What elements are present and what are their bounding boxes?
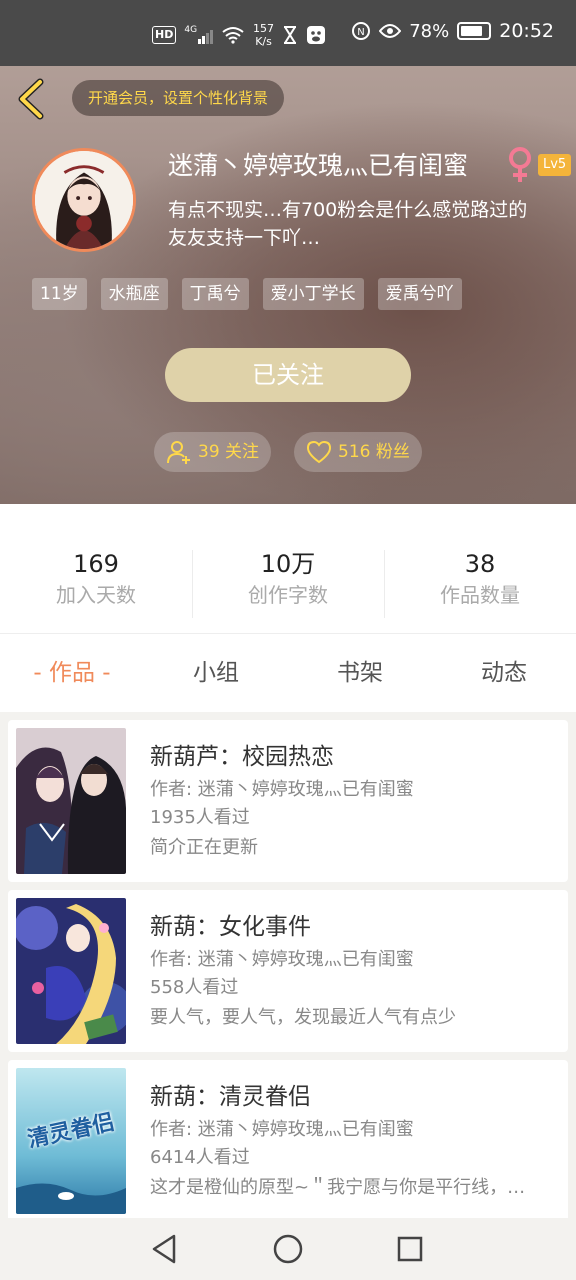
fans-button[interactable]: 516 粉丝: [294, 432, 422, 472]
tag-interest: 爱禹兮吖: [377, 278, 462, 310]
battery-icon: [457, 22, 492, 40]
work-cover: 清灵眷侣: [16, 1068, 126, 1214]
work-views: 558人看过: [150, 977, 239, 998]
work-title: 新葫：女化事件: [150, 914, 311, 940]
tag-interest: 爱小丁学长: [262, 278, 364, 310]
hourglass-icon: [284, 26, 297, 44]
work-card[interactable]: 新葫芦：校园热恋 作者: 迷蒲丶婷婷玫瑰灬已有闺蜜 1935人看过 简介正在更新: [8, 720, 568, 882]
work-cover: [16, 728, 126, 874]
work-card[interactable]: 清灵眷侣 新葫：清灵眷侣 作者: 迷蒲丶婷婷玫瑰灬已有闺蜜 6414人看过 这才…: [8, 1060, 568, 1218]
works-list: 新葫芦：校园热恋 作者: 迷蒲丶婷婷玫瑰灬已有闺蜜 1935人看过 简介正在更新…: [0, 712, 576, 1218]
signal-icon: 4G: [184, 26, 214, 44]
work-card[interactable]: 新葫：女化事件 作者: 迷蒲丶婷婷玫瑰灬已有闺蜜 558人看过 要人气，要人气，…: [8, 890, 568, 1052]
clock: 20:52: [499, 20, 554, 42]
bio: 有点不现实…有700粉会是什么感觉路过的友友支持一下吖…: [168, 199, 528, 249]
tab-activity[interactable]: 动态: [432, 634, 576, 712]
fans-count: 516 粉丝: [338, 442, 410, 462]
tab-bar: - 作品 - 小组 书架 动态: [0, 634, 576, 712]
work-title: 新葫芦：校园热恋: [150, 744, 334, 770]
heart-icon: [306, 440, 332, 464]
nav-back-icon[interactable]: [148, 1232, 182, 1266]
hd-indicator: HD: [152, 26, 177, 44]
tab-groups[interactable]: 小组: [144, 634, 288, 712]
stat-works: 38 作品数量: [440, 550, 520, 607]
work-author: 作者: 迷蒲丶婷婷玫瑰灬已有闺蜜: [150, 1119, 414, 1140]
nav-recents-icon[interactable]: [393, 1232, 427, 1266]
stat-words: 10万 创作字数: [248, 550, 328, 607]
baidu-icon: [307, 26, 326, 44]
vip-banner[interactable]: 开通会员，设置个性化背景: [72, 80, 285, 116]
nickname: 迷蒲丶婷婷玫瑰灬已有闺蜜: [168, 151, 469, 180]
back-arrow-icon[interactable]: [14, 78, 48, 120]
tag-age: 11岁: [32, 278, 87, 310]
follow-button[interactable]: 已关注: [165, 348, 411, 402]
profile-header: 开通会员，设置个性化背景 迷蒲丶婷婷玫瑰灬已有闺蜜 Lv5 有点不现实…有700…: [0, 66, 576, 504]
work-intro: 这才是橙仙的原型~＂我宁愿与你是平行线，…: [150, 1177, 526, 1198]
svg-text:N: N: [357, 27, 364, 38]
system-nav-bar: [0, 1218, 576, 1280]
nav-home-icon[interactable]: [271, 1232, 305, 1266]
status-bar: HD 4G 157 K/s N 78% 20:52: [0, 0, 576, 66]
tag-interest: 丁禹兮: [181, 278, 249, 310]
wifi-icon: [222, 27, 244, 44]
stats-row: 169 加入天数 10万 创作字数 38 作品数量: [0, 504, 576, 634]
female-icon: [509, 147, 531, 182]
avatar[interactable]: [32, 148, 136, 252]
tab-bookshelf[interactable]: 书架: [288, 634, 432, 712]
work-views: 6414人看过: [150, 1147, 250, 1168]
work-views: 1935人看过: [150, 807, 250, 828]
work-intro: 简介正在更新: [150, 837, 258, 858]
level-badge: Lv5: [538, 154, 572, 176]
following-button[interactable]: 39 关注: [154, 432, 272, 472]
network-speed: 157 K/s: [253, 22, 275, 48]
following-count: 39 关注: [198, 442, 260, 462]
data-saver-icon: N: [352, 22, 371, 40]
tag-list: 11岁 水瓶座 丁禹兮 爱小丁学长 爱禹兮吖: [32, 278, 462, 310]
add-user-icon: [167, 441, 190, 464]
work-cover: [16, 898, 126, 1044]
work-title: 新葫：清灵眷侣: [150, 1084, 311, 1110]
work-intro: 要人气，要人气，发现最近人气有点少: [150, 1007, 456, 1028]
eye-icon: [379, 24, 402, 38]
stat-days: 169 加入天数: [56, 550, 136, 607]
tag-zodiac: 水瓶座: [100, 278, 168, 310]
work-author: 作者: 迷蒲丶婷婷玫瑰灬已有闺蜜: [150, 779, 414, 800]
work-author: 作者: 迷蒲丶婷婷玫瑰灬已有闺蜜: [150, 949, 414, 970]
battery-percent: 78%: [409, 20, 450, 42]
tab-works[interactable]: - 作品 -: [0, 634, 144, 712]
